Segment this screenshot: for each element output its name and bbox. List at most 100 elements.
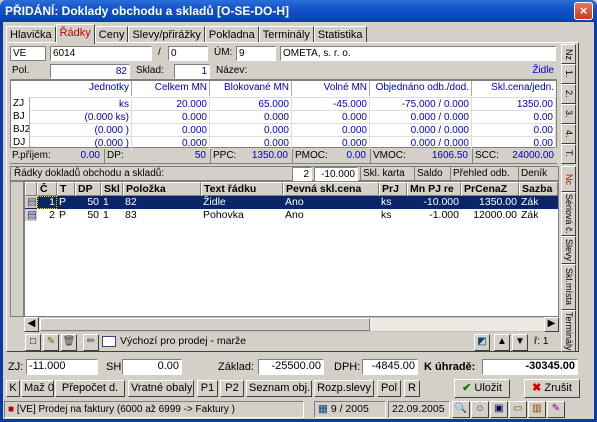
folder-icon[interactable]: ▭ (509, 401, 527, 418)
default-layout-label[interactable]: Výchozí pro prodej - marže (118, 335, 298, 350)
vratne-obaly-button[interactable]: Vratné obaly (128, 380, 194, 397)
tab-hlavicka[interactable]: Hlavička (6, 26, 56, 43)
tab-terminaly[interactable]: Terminály (258, 26, 314, 43)
lines-sum: -10.000 (314, 167, 358, 182)
print-preview-icon[interactable]: 🔍 (452, 401, 470, 418)
grid-header-c[interactable]: Č (37, 182, 57, 196)
vtab-seriova[interactable]: Sériová č. (561, 192, 576, 236)
edit-icon[interactable]: ✎ (547, 401, 565, 418)
tab-strip: Hlavička Řádky Ceny Slevy/přirážky Pokla… (6, 24, 367, 44)
vtab-sklmista[interactable]: Skl.místa (561, 264, 576, 310)
grid-header-pevna[interactable]: Pevná skl.cena (283, 182, 379, 196)
grid-header-cena[interactable]: PrCenaZ (461, 182, 519, 196)
table-row[interactable]: ▤ 2 P 50 1 83 Pohovka Ano ks -1.000 12000.00 Zák (25, 209, 558, 222)
dp-label: DP: (104, 149, 126, 164)
scroll-thumb[interactable] (40, 318, 370, 331)
table-cell-text: Židle (203, 196, 226, 208)
prepocet-button[interactable]: Přepočet d. (55, 380, 125, 397)
grid-header-polozka[interactable]: Položka (123, 182, 201, 196)
user-icon[interactable]: ☺ (471, 401, 489, 418)
um-field[interactable]: 9 (236, 46, 276, 61)
new-row-icon[interactable]: □ (25, 334, 41, 351)
save-disk-icon[interactable]: ▣ (490, 401, 508, 418)
zrusit-button[interactable]: ✖ Zrušit (524, 379, 580, 398)
grid-header-mn[interactable]: Mn PJ re (407, 182, 461, 196)
tab-slevy-prirazky[interactable]: Slevy/přirážky (128, 26, 205, 43)
tab-ceny[interactable]: Ceny (94, 26, 129, 43)
edit-row-icon[interactable]: ✎ (43, 334, 59, 351)
vtab-terminaly[interactable]: Terminály (561, 310, 576, 352)
table-row[interactable]: ▤ 1 P 50 1 82 Židle Ano ks -10.000 1350.00 Zák (25, 196, 558, 209)
vtab-nz[interactable]: Nz (561, 44, 576, 64)
vtab-4[interactable]: 4. (561, 124, 576, 144)
pmoc-value: 0.00 (346, 150, 366, 161)
saldo-button[interactable]: Saldo (414, 167, 450, 182)
grid-rows: ▤ 1 P 50 1 82 Židle Ano ks -10.000 1350.00 Zák ▤ 2 P 50… (25, 196, 558, 222)
ulozit-label: Uložit (474, 382, 502, 394)
close-button[interactable]: × (574, 2, 593, 20)
prijem-value: 0.00 (80, 150, 100, 161)
denik-button[interactable]: Deník (518, 167, 558, 182)
table-cell-sazba: Zák (521, 196, 539, 208)
tab-pokladna[interactable]: Pokladna (204, 26, 259, 43)
vtab-2[interactable]: 2. (561, 84, 576, 104)
k-button[interactable]: K (6, 380, 20, 397)
zaklad-label: Základ: (218, 361, 255, 373)
move-up-icon[interactable]: ▲ (494, 334, 510, 351)
grid-header-prj[interactable]: PrJ (379, 182, 407, 196)
tab-statistika[interactable]: Statistika (313, 26, 367, 43)
pol-label: Pol. (12, 65, 30, 76)
prijem-label: P.příjem: (12, 150, 51, 161)
uhrade-value: -30345.00 (482, 359, 578, 375)
skl-karta-button[interactable]: Skl. karta (360, 167, 414, 182)
table-cell-t: P (59, 196, 67, 208)
vmoc-label: VMOC: (370, 149, 406, 164)
grid-header-t[interactable]: T (57, 182, 75, 196)
table-cell-polozka: 83 (125, 209, 137, 221)
scroll-right-icon[interactable]: ▶ (544, 317, 559, 332)
period-label: 9 / 2005 (330, 403, 369, 415)
dp-value: 50 (194, 150, 206, 161)
grid-header-skl[interactable]: Skl (101, 182, 123, 196)
vtab-slevy[interactable]: Slevy (561, 236, 576, 264)
pen-icon[interactable]: ✏ (83, 334, 99, 351)
tab-radky[interactable]: Řádky (55, 24, 95, 44)
zj-total-value: -11.000 (26, 359, 98, 375)
dph-value: -4845.00 (362, 359, 418, 375)
status-date: 22.09.2005 (388, 401, 450, 418)
uhrade-label: K úhradě: (424, 361, 476, 373)
scroll-left-icon[interactable]: ◀ (24, 317, 39, 332)
grid-header-sazba[interactable]: Sazba (519, 182, 558, 196)
grid-header-dp[interactable]: DP (75, 182, 101, 196)
pol-value[interactable]: 82 (50, 64, 130, 79)
doc-subnumber-field[interactable]: 0 (168, 46, 208, 61)
pol-button[interactable]: Pol (377, 380, 401, 397)
table-cell-sazba: Zák (521, 209, 539, 221)
ve-number-field[interactable]: 6014 (50, 46, 152, 61)
status-text: ■ [VE] Prodej na faktury (6000 až 6999 -… (4, 401, 304, 418)
p2-button[interactable]: P2 (220, 380, 244, 397)
vmoc-value: 1606.50 (431, 150, 468, 161)
grid-corner (25, 182, 37, 196)
sklad-value[interactable]: 1 (174, 64, 210, 79)
table-cell-t: P (59, 209, 67, 221)
chart-icon[interactable]: ◩ (474, 334, 490, 351)
vtab-t[interactable]: T. (561, 144, 576, 164)
prehled-odb-button[interactable]: Přehled odb. (450, 167, 518, 182)
maz0-button[interactable]: Maž 0 (21, 380, 54, 397)
title-bar: PŘIDÁNÍ: Doklady obchodu a skladů [O-SE-… (0, 0, 597, 22)
move-down-icon[interactable]: ▼ (512, 334, 528, 351)
vtab-1[interactable]: 1. (561, 64, 576, 84)
ulozit-button[interactable]: ✔ Uložit (454, 379, 510, 398)
ppc-value: 1350.00 (251, 150, 288, 161)
pmoc-label: PMOC: (292, 149, 330, 164)
p1-button[interactable]: P1 (197, 380, 218, 397)
grid-header-text[interactable]: Text řádku (201, 182, 283, 196)
books-icon[interactable]: ▥ (528, 401, 546, 418)
vtab-nc[interactable]: Nc (561, 166, 576, 192)
vtab-3[interactable]: 3. (561, 104, 576, 124)
r-button[interactable]: R (404, 380, 420, 397)
delete-row-icon[interactable]: 🗑 (61, 334, 77, 351)
seznam-obj-button[interactable]: Seznam obj. (246, 380, 312, 397)
rozp-slevy-button[interactable]: Rozp.slevy (314, 380, 374, 397)
